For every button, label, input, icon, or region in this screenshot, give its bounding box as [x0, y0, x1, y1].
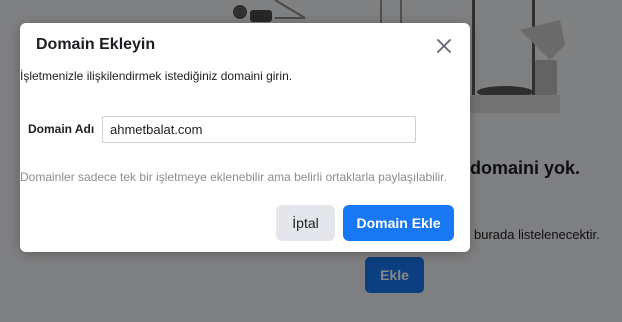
dialog-title: Domain Ekleyin: [36, 36, 156, 53]
close-button[interactable]: [432, 34, 456, 58]
add-domain-button[interactable]: Domain Ekle: [343, 205, 454, 241]
domain-name-input[interactable]: [102, 116, 416, 143]
dialog-instructions: İşletmenizle ilişkilendirmek istediğiniz…: [20, 69, 293, 83]
cancel-button[interactable]: İptal: [276, 205, 335, 241]
helper-text: Domainler sadece tek bir işletmeye eklen…: [20, 170, 447, 184]
add-domain-dialog: Domain Ekleyin İşletmenizle ilişkilendir…: [20, 23, 470, 252]
close-icon: [437, 39, 451, 53]
domain-name-label: Domain Adı: [28, 122, 95, 136]
